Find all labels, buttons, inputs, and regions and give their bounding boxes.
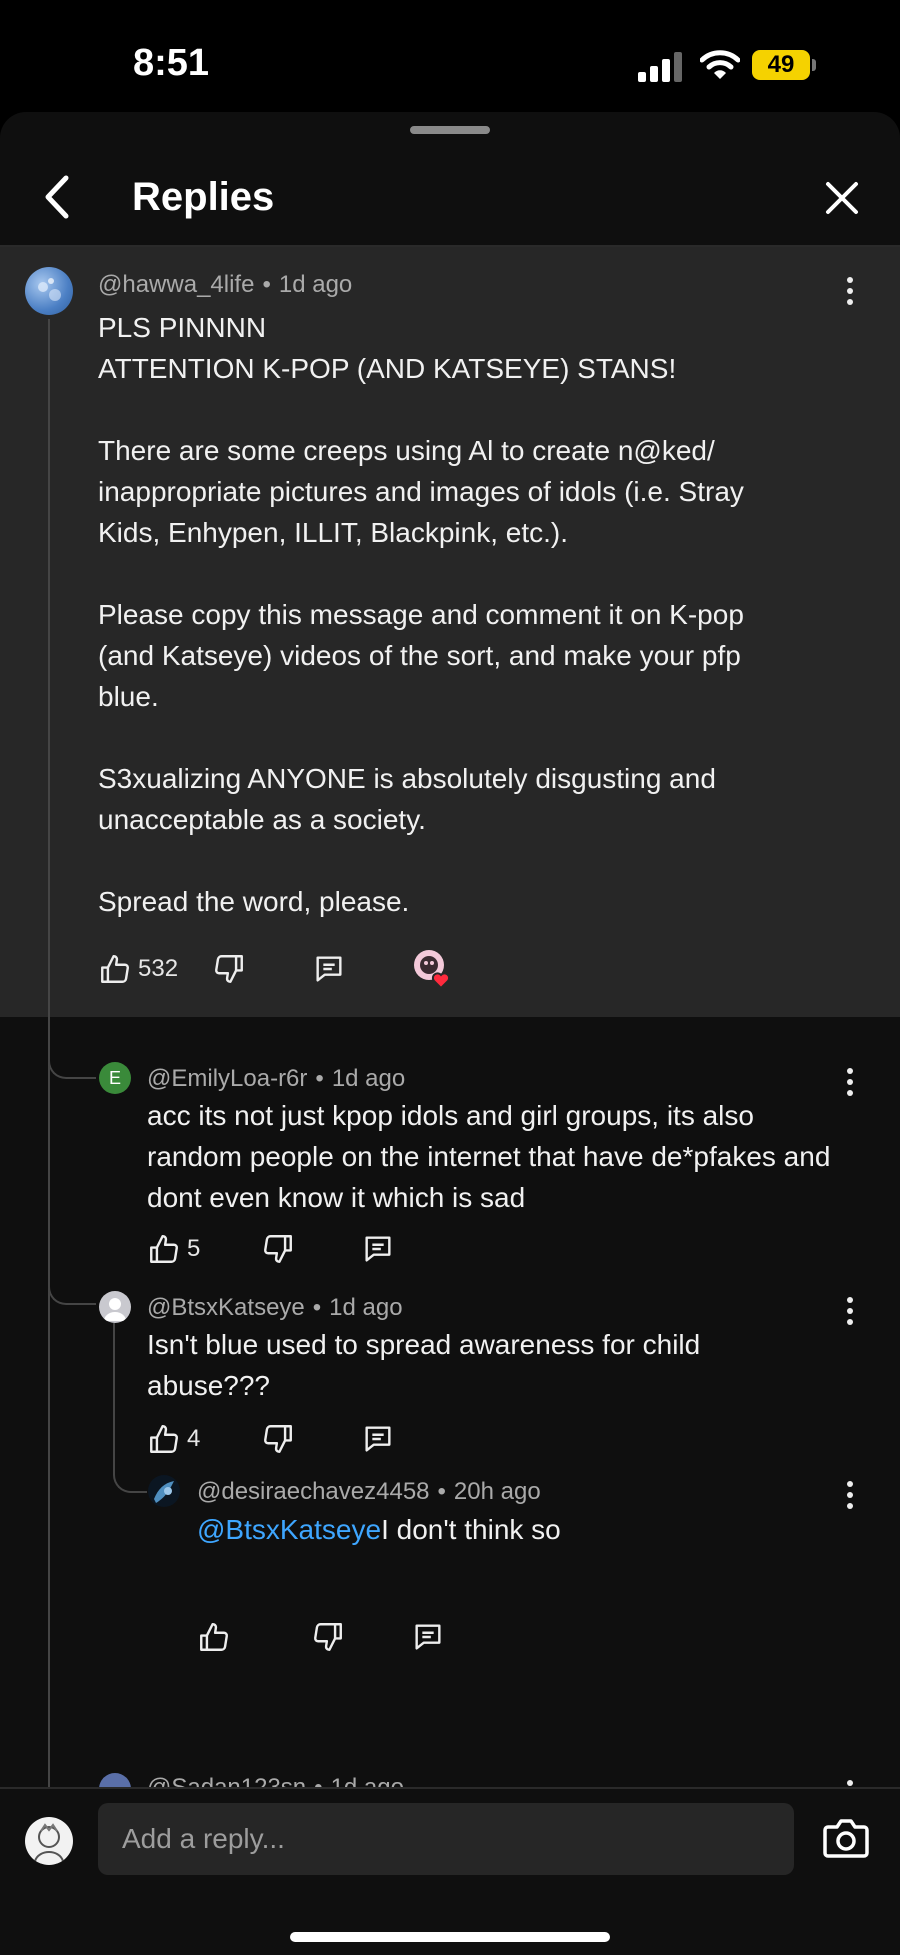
- sheet-header: Replies: [0, 142, 900, 247]
- like-button[interactable]: 532: [98, 947, 178, 991]
- comment-time: 1d ago: [331, 1774, 404, 1787]
- comment-time: 1d ago: [331, 1065, 406, 1092]
- comment-actions: 532: [98, 947, 498, 991]
- more-options-button[interactable]: [840, 1294, 860, 1330]
- thumb-down-icon: [215, 955, 243, 983]
- more-options-button[interactable]: [840, 1065, 860, 1101]
- creator-heart-icon: [414, 950, 451, 990]
- dislike-button[interactable]: [311, 1615, 345, 1659]
- reply-icon: [316, 956, 342, 982]
- avatar[interactable]: [25, 267, 73, 315]
- battery-indicator: 49: [752, 50, 810, 80]
- more-options-button[interactable]: [840, 1777, 860, 1787]
- reply-button[interactable]: [312, 947, 346, 991]
- cellular-signal-icon: [638, 50, 684, 82]
- status-bar: 8:51 49: [0, 0, 900, 120]
- comment-text: PLS PINNNN ATTENTION K-POP (AND KATSEYE)…: [98, 307, 818, 922]
- comment-paragraph: S3xualizing ANYONE is absolutely disgust…: [98, 763, 716, 835]
- avatar[interactable]: [148, 1475, 180, 1507]
- page-title: Replies: [132, 175, 275, 219]
- comment-time: 1d ago: [329, 1294, 403, 1321]
- comment-paragraph: There are some creeps using Al to create…: [98, 435, 744, 548]
- like-button[interactable]: 4: [147, 1417, 200, 1461]
- reply-icon: [365, 1236, 391, 1262]
- comment-text: Isn't blue used to spread awareness for …: [147, 1329, 701, 1401]
- comment-meta: @BtsxKatseye • 1d ago: [147, 1294, 403, 1321]
- reply-button[interactable]: [411, 1615, 445, 1659]
- replies-list[interactable]: @hawwa_4life • 1d ago PLS PINNNN ATTENTION…: [0, 247, 900, 1787]
- avatar[interactable]: [99, 1291, 131, 1323]
- mention-link[interactable]: @BtsxKatseye: [197, 1514, 381, 1545]
- reply-button[interactable]: [361, 1417, 395, 1461]
- more-options-button[interactable]: [840, 274, 860, 310]
- back-button[interactable]: [38, 172, 78, 222]
- status-time: 8:51: [133, 42, 210, 84]
- avatar[interactable]: [99, 1773, 131, 1787]
- comment-time: 1d ago: [278, 271, 353, 298]
- thumb-down-icon: [264, 1425, 292, 1453]
- comment-author[interactable]: @EmilyLoa-r6r: [147, 1065, 307, 1092]
- comment-paragraph: Spread the word, please.: [98, 886, 410, 917]
- replies-sheet: Replies @hawwa_4life • 1d ago PLS PINNNN A…: [0, 112, 900, 1955]
- creator-heart-badge: [412, 947, 454, 991]
- like-button[interactable]: [197, 1615, 231, 1659]
- comment-actions: 4: [147, 1417, 447, 1461]
- dislike-button[interactable]: [261, 1227, 295, 1271]
- reply-icon: [415, 1624, 441, 1650]
- thread-connector: [48, 1017, 96, 1079]
- comment-paragraph: PLS PINNNN ATTENTION K-POP (AND KATSEYE)…: [98, 312, 677, 384]
- dislike-button[interactable]: [261, 1417, 295, 1461]
- more-options-button[interactable]: [840, 1478, 860, 1514]
- comment-author[interactable]: @hawwa_4life: [98, 271, 254, 298]
- thumb-up-icon: [101, 955, 129, 983]
- my-avatar[interactable]: [25, 1817, 73, 1865]
- thread-connector: [48, 1247, 96, 1305]
- avatar-letter: E: [108, 1067, 121, 1088]
- thread-connector: [113, 1447, 147, 1493]
- comment-meta: @Sadan123sn•1d ago: [147, 1774, 404, 1787]
- like-count: 5: [187, 1235, 201, 1262]
- camera-button[interactable]: [822, 1815, 870, 1861]
- avatar[interactable]: E: [99, 1062, 131, 1094]
- comment-time: 20h ago: [453, 1478, 541, 1505]
- comment-text-body: I don't think so: [381, 1514, 561, 1545]
- comment-text: acc its not just kpop idols and girl gro…: [147, 1100, 831, 1213]
- dislike-button[interactable]: [212, 947, 246, 991]
- battery-cap: [812, 59, 816, 71]
- thumb-up-icon: [200, 1623, 228, 1651]
- sheet-grabber[interactable]: [410, 126, 490, 134]
- comment-author[interactable]: @Sadan123sn: [147, 1774, 306, 1787]
- reply-composer: Add a reply...: [0, 1787, 900, 1955]
- comment-text: @BtsxKatseyeI don't think so: [197, 1509, 817, 1550]
- reply-icon: [365, 1426, 391, 1452]
- comment-actions: [197, 1615, 497, 1659]
- thumb-up-icon: [150, 1235, 178, 1263]
- reply-button[interactable]: [361, 1227, 395, 1271]
- comment-actions: 5: [147, 1227, 447, 1271]
- comment-author[interactable]: @desiraechavez4458: [197, 1478, 430, 1505]
- comment-meta: @hawwa_4life • 1d ago: [98, 271, 353, 298]
- like-count: 4: [187, 1425, 201, 1452]
- comment-meta: @EmilyLoa-r6r • 1d ago: [147, 1065, 406, 1092]
- reply-input[interactable]: Add a reply...: [98, 1803, 794, 1875]
- thread-line: [113, 1323, 115, 1463]
- thumb-down-icon: [314, 1623, 342, 1651]
- thumb-up-icon: [150, 1425, 178, 1453]
- comment-paragraph: Please copy this message and comment it …: [98, 599, 744, 712]
- home-indicator: [290, 1932, 610, 1942]
- like-button[interactable]: 5: [147, 1227, 200, 1271]
- thumb-down-icon: [264, 1235, 292, 1263]
- comment-meta: @desiraechavez4458 • 20h ago: [197, 1478, 541, 1505]
- parent-comment: @hawwa_4life • 1d ago PLS PINNNN ATTENTION…: [0, 247, 900, 1017]
- close-button[interactable]: [822, 178, 862, 218]
- wifi-icon: [700, 50, 740, 79]
- like-count: 532: [138, 955, 179, 982]
- comment-author[interactable]: @BtsxKatseye: [147, 1294, 305, 1321]
